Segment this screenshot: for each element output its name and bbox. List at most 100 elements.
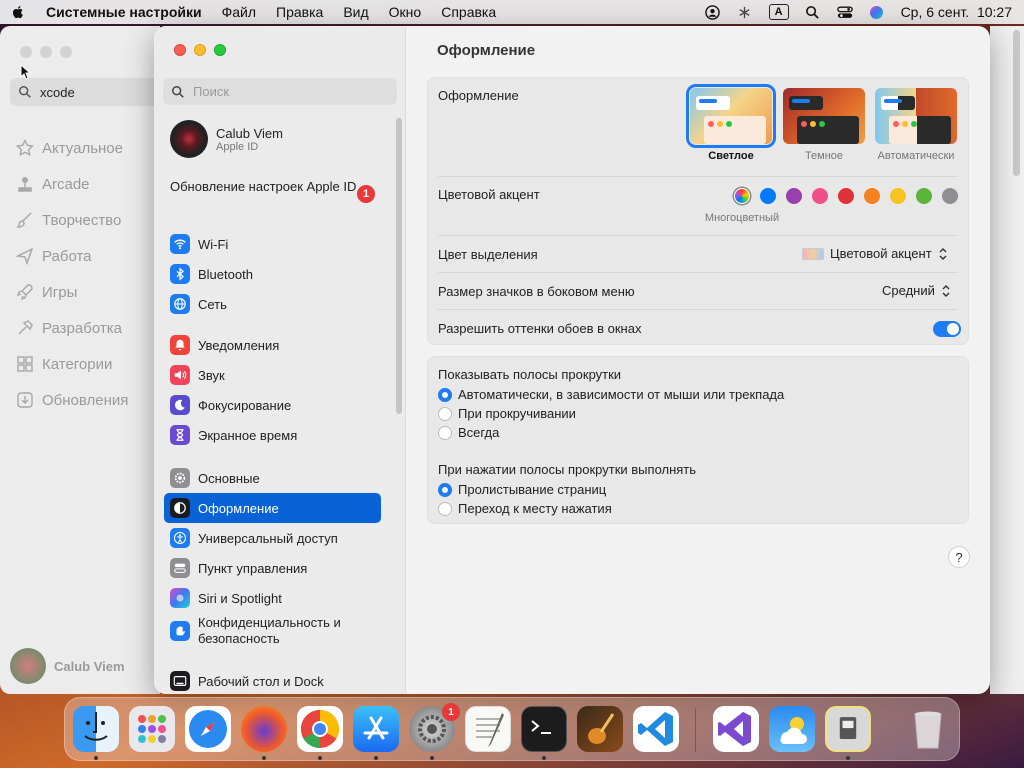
- sidebar-scrollbar[interactable]: [396, 118, 402, 414]
- textedit-icon[interactable]: [465, 706, 511, 752]
- app-store-nav-item[interactable]: Игры: [16, 274, 128, 310]
- accent-swatch-blue[interactable]: [760, 188, 776, 204]
- sidebar-item-accessibility[interactable]: Универсальный доступ: [164, 523, 381, 553]
- radio-scrollbars-scrolling[interactable]: При прокручивании: [438, 404, 784, 423]
- accent-swatch-multicolor[interactable]: [734, 188, 750, 204]
- accent-swatch-yellow[interactable]: [890, 188, 906, 204]
- visual-studio-icon[interactable]: [713, 706, 759, 752]
- highlight-color-popup[interactable]: Цветовой акцент: [802, 246, 948, 261]
- radio-jump-next-page[interactable]: Пролистывание страниц: [438, 480, 612, 499]
- highlight-color-value: Цветовой акцент: [830, 246, 932, 261]
- theme-option-light[interactable]: Светлое: [686, 84, 776, 162]
- sidebar-item-appearance[interactable]: Оформление: [164, 493, 381, 523]
- background-scrollbar[interactable]: [1013, 30, 1020, 176]
- zoom-icon[interactable]: [60, 46, 72, 58]
- radio-scrollbars-always[interactable]: Всегда: [438, 423, 784, 442]
- scroll-click-radio-group: Пролистывание страниц Переход к месту на…: [438, 480, 612, 518]
- apple-menu-icon[interactable]: [10, 4, 26, 20]
- sidebar-item-bluetooth[interactable]: Bluetooth: [164, 259, 381, 289]
- input-source-indicator[interactable]: A: [768, 4, 789, 20]
- scroll-click-label: При нажатии полосы прокрутки выполнять: [438, 462, 697, 477]
- firefox-icon[interactable]: [241, 706, 287, 752]
- zoom-icon[interactable]: [214, 44, 226, 56]
- sidebar-item-wifi[interactable]: Wi-Fi: [164, 229, 381, 259]
- menu-edit[interactable]: Правка: [276, 4, 323, 20]
- sidebar-item-label: Оформление: [198, 500, 279, 516]
- siri-icon[interactable]: [869, 4, 885, 20]
- running-indicator: [374, 756, 378, 760]
- mouse-cursor-icon: [20, 64, 32, 80]
- sidebar-item-general[interactable]: Основные: [164, 463, 381, 493]
- garageband-icon[interactable]: [577, 706, 623, 752]
- terminal-icon[interactable]: [521, 706, 567, 752]
- vscode-icon[interactable]: [633, 706, 679, 752]
- menu-window[interactable]: Окно: [389, 4, 422, 20]
- background-app-window: xcode Актуальное Arcade Творчество Работ…: [0, 26, 160, 694]
- show-scrollbars-radio-group: Автоматически, в зависимости от мыши или…: [438, 385, 784, 442]
- help-button[interactable]: ?: [948, 546, 970, 568]
- preview-icon[interactable]: [825, 706, 871, 752]
- accent-swatch-green[interactable]: [916, 188, 932, 204]
- sidebar-item-siri-spotlight[interactable]: Siri и Spotlight: [164, 583, 381, 613]
- sidebar-item-focus[interactable]: Фокусирование: [164, 390, 381, 420]
- app-store-nav-item[interactable]: Творчество: [16, 202, 128, 238]
- sidebar-search[interactable]: [163, 78, 397, 105]
- app-store-nav-item[interactable]: Разработка: [16, 310, 128, 346]
- app-store-nav-item[interactable]: Актуальное: [16, 130, 128, 166]
- close-icon[interactable]: [174, 44, 186, 56]
- theme-option-dark[interactable]: Темное: [781, 88, 867, 162]
- sidebar-item-desktop-dock[interactable]: Рабочий стол и Dock: [164, 666, 381, 694]
- user-account-icon[interactable]: [705, 4, 721, 20]
- apple-id-update-item[interactable]: Обновление настроек Apple ID 1: [170, 179, 380, 203]
- app-store-icon[interactable]: [353, 706, 399, 752]
- menubar-clock[interactable]: Ср, 6 сент. 10:27: [901, 4, 1012, 20]
- minimize-icon[interactable]: [194, 44, 206, 56]
- app-store-account[interactable]: Calub Viem: [10, 648, 125, 684]
- sidebar-item-notifications[interactable]: Уведомления: [164, 330, 381, 360]
- menu-file[interactable]: Файл: [222, 4, 256, 20]
- sidebar-icon-size-popup[interactable]: Средний: [882, 283, 951, 298]
- sidebar-item-label: Сеть: [198, 296, 227, 312]
- control-center-icon[interactable]: [836, 4, 853, 20]
- radio-scrollbars-auto[interactable]: Автоматически, в зависимости от мыши или…: [438, 385, 784, 404]
- app-store-nav-item[interactable]: Категории: [16, 346, 128, 382]
- app-store-nav-item[interactable]: Работа: [16, 238, 128, 274]
- radio-button: [438, 425, 452, 440]
- sidebar-item-label: Пункт управления: [198, 560, 308, 576]
- trash-icon[interactable]: [905, 706, 951, 752]
- airdrop-icon[interactable]: [737, 4, 753, 20]
- apple-id-profile[interactable]: Calub Viem Apple ID: [170, 120, 283, 158]
- menu-help[interactable]: Справка: [441, 4, 496, 20]
- sidebar-item-sound[interactable]: Звук: [164, 360, 381, 390]
- sidebar-item-screen-time[interactable]: Экранное время: [164, 420, 381, 450]
- accent-swatch-orange[interactable]: [864, 188, 880, 204]
- accessibility-icon: [170, 528, 190, 548]
- menu-view[interactable]: Вид: [343, 4, 368, 20]
- sidebar-item-control-center[interactable]: Пункт управления: [164, 553, 381, 583]
- accent-swatch-graphite[interactable]: [942, 188, 958, 204]
- accent-swatch-pink[interactable]: [812, 188, 828, 204]
- app-store-nav-item[interactable]: Arcade: [16, 166, 128, 202]
- app-store-nav-item[interactable]: Обновления: [16, 382, 128, 418]
- radio-jump-to-spot[interactable]: Переход к месту нажатия: [438, 499, 612, 518]
- minimize-icon[interactable]: [40, 46, 52, 58]
- close-icon[interactable]: [20, 46, 32, 58]
- sidebar-item-privacy-security[interactable]: Конфиденциальность и безопасность: [164, 613, 381, 649]
- accent-swatch-red[interactable]: [838, 188, 854, 204]
- menu-app-name[interactable]: Системные настройки: [46, 4, 202, 20]
- theme-option-auto[interactable]: Автоматически: [873, 88, 959, 162]
- sidebar-item-network[interactable]: Сеть: [164, 289, 381, 319]
- chrome-icon[interactable]: [297, 706, 343, 752]
- accent-swatch-purple[interactable]: [786, 188, 802, 204]
- finder-icon[interactable]: [73, 706, 119, 752]
- launchpad-icon[interactable]: [129, 706, 175, 752]
- app-store-search[interactable]: xcode: [10, 78, 160, 106]
- appearance-pane: Оформление Оформление Светлое Темное Авт…: [406, 26, 990, 694]
- radio-label: Автоматически, в зависимости от мыши или…: [458, 387, 785, 402]
- spotlight-search-icon[interactable]: [805, 4, 821, 20]
- safari-icon[interactable]: [185, 706, 231, 752]
- weather-icon[interactable]: [769, 706, 815, 752]
- profile-subtitle: Apple ID: [216, 140, 259, 153]
- search-input[interactable]: [193, 84, 383, 99]
- wallpaper-tint-toggle[interactable]: [933, 321, 961, 337]
